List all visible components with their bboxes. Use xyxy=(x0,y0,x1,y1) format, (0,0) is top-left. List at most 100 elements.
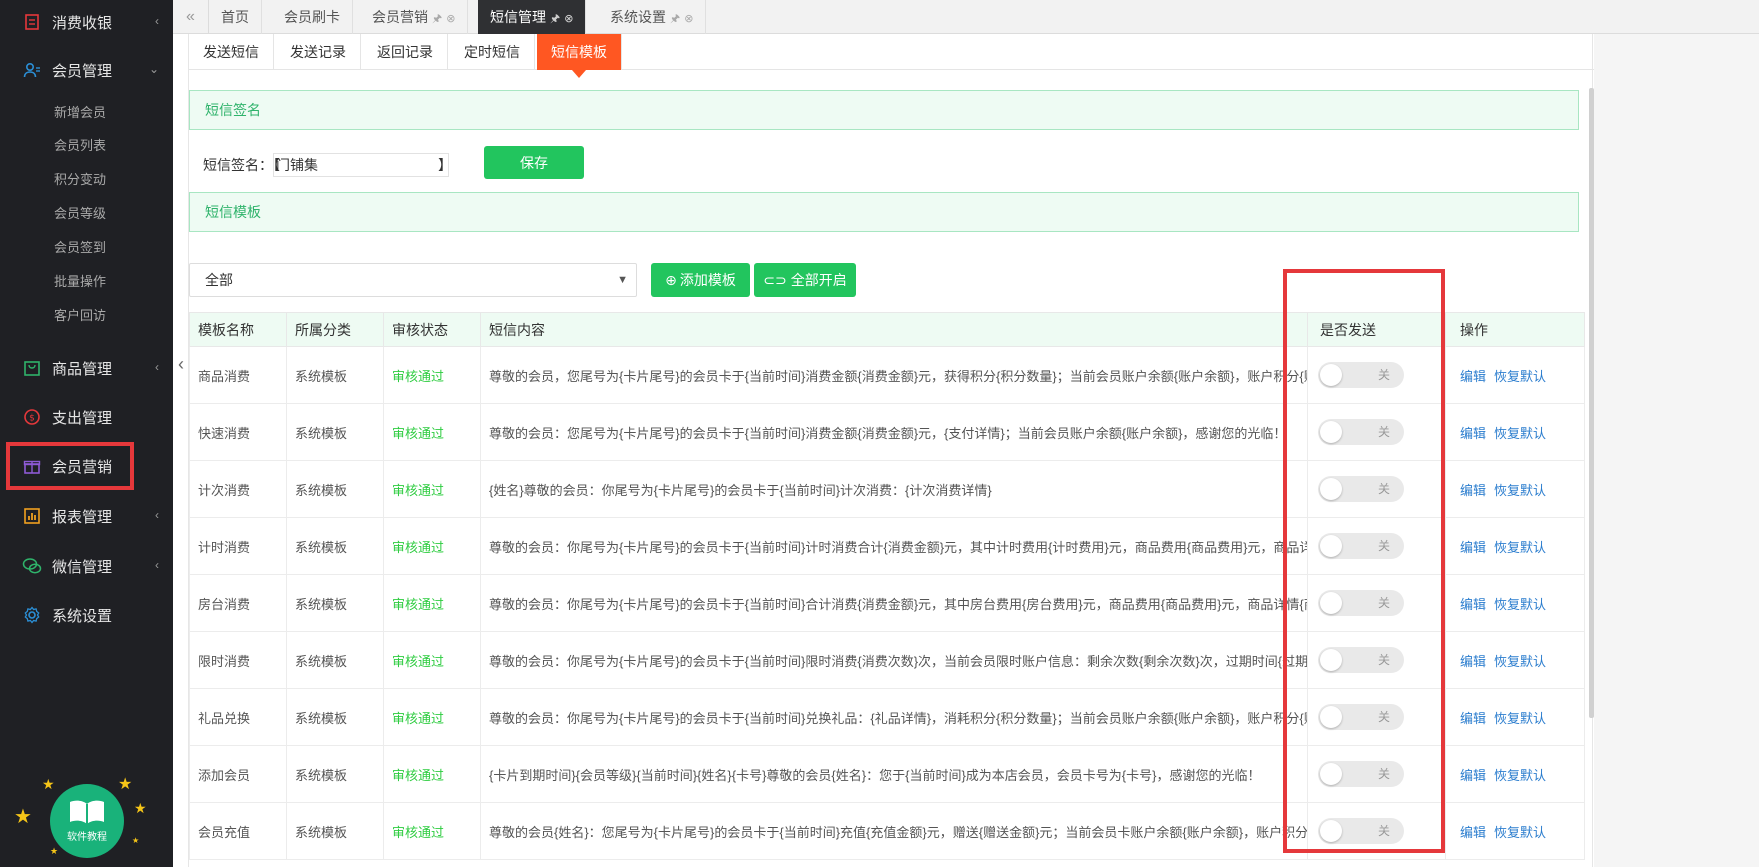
chevron-left-icon: ‹ xyxy=(155,558,159,572)
cell-review-status: 审核通过 xyxy=(383,745,481,803)
tutorial-button[interactable]: 软件教程 xyxy=(50,784,124,858)
cell-review-status: 审核通过 xyxy=(383,631,481,689)
save-button[interactable]: 保存 xyxy=(484,146,584,179)
restore-default-link[interactable]: 恢复默认 xyxy=(1494,426,1546,441)
star-icon: ★ xyxy=(50,846,59,856)
sidebar-sub-points-change[interactable]: 积分变动 xyxy=(54,170,106,190)
subtab-send-sms[interactable]: 发送短信 xyxy=(189,34,274,70)
cell-actions: 编辑 恢复默认 xyxy=(1445,346,1585,404)
edit-link[interactable]: 编辑 xyxy=(1460,369,1486,384)
cell-actions: 编辑 恢复默认 xyxy=(1445,631,1585,689)
restore-default-link[interactable]: 恢复默认 xyxy=(1494,711,1546,726)
restore-default-link[interactable]: 恢复默认 xyxy=(1494,654,1546,669)
restore-default-link[interactable]: 恢复默认 xyxy=(1494,369,1546,384)
edit-link[interactable]: 编辑 xyxy=(1460,654,1486,669)
edit-link[interactable]: 编辑 xyxy=(1460,483,1486,498)
edit-link[interactable]: 编辑 xyxy=(1460,426,1486,441)
header-sms-content: 短信内容 xyxy=(480,312,1308,347)
sidebar-sub-member-list[interactable]: 会员列表 xyxy=(54,136,106,156)
sidebar-item-reports[interactable]: 报表管理 ‹ xyxy=(0,494,173,538)
cell-template-name: 计次消费 xyxy=(189,460,287,518)
star-icon: ★ xyxy=(132,836,140,845)
close-icon[interactable]: ⊗ xyxy=(446,13,455,25)
double-chevron-left-icon[interactable]: « xyxy=(173,0,209,34)
signature-input[interactable]: 门铺集 】 xyxy=(273,153,452,177)
sidebar-item-settings[interactable]: 系统设置 xyxy=(0,593,173,637)
sidebar-item-wechat[interactable]: 微信管理 ‹ xyxy=(0,544,173,588)
edit-link[interactable]: 编辑 xyxy=(1460,825,1486,840)
cell-category: 系统模板 xyxy=(286,802,384,860)
cell-actions: 编辑 恢复默认 xyxy=(1445,403,1585,461)
subtab-return-records[interactable]: 返回记录 xyxy=(363,34,448,70)
sidebar-sub-add-member[interactable]: 新增会员 xyxy=(54,103,106,123)
tab-bar: « 首页 会员刷卡 会员营销 🖈 ⊗ 短信管理 🖈 ⊗ 系统设置 🖈 ⊗ xyxy=(173,0,1759,34)
sms-subtabs: 发送短信 发送记录 返回记录 定时短信 短信模板 xyxy=(189,34,1594,78)
tab-system-settings[interactable]: 系统设置 🖈 ⊗ xyxy=(598,0,707,34)
subtab-scheduled-sms[interactable]: 定时短信 xyxy=(450,34,535,70)
chevron-left-icon: ‹ xyxy=(155,360,159,374)
signature-bracket-right: 】 xyxy=(438,157,452,173)
restore-default-link[interactable]: 恢复默认 xyxy=(1494,597,1546,612)
header-category: 所属分类 xyxy=(286,312,384,347)
tab-label: 会员刷卡 xyxy=(284,9,340,25)
section-signature-title: 短信签名 xyxy=(189,90,1579,130)
pin-icon[interactable]: 🖈 xyxy=(670,13,680,25)
svg-text:$: $ xyxy=(29,414,35,424)
restore-default-link[interactable]: 恢复默认 xyxy=(1494,825,1546,840)
cell-actions: 编辑 恢复默认 xyxy=(1445,802,1585,860)
scrollbar[interactable] xyxy=(1589,88,1594,718)
close-icon[interactable]: ⊗ xyxy=(564,13,573,25)
edit-link[interactable]: 编辑 xyxy=(1460,711,1486,726)
cell-category: 系统模板 xyxy=(286,346,384,404)
toggle-icon: ⊂⊃ xyxy=(763,271,787,288)
cell-template-name: 快速消费 xyxy=(189,403,287,461)
header-actions: 操作 xyxy=(1445,312,1585,347)
edit-link[interactable]: 编辑 xyxy=(1460,597,1486,612)
sidebar-item-cashier[interactable]: 消费收银 ‹ xyxy=(0,0,173,44)
cell-review-status: 审核通过 xyxy=(383,802,481,860)
tab-home[interactable]: 首页 xyxy=(209,0,262,34)
wechat-icon xyxy=(22,556,42,576)
category-filter-select[interactable]: 全部 ▼ xyxy=(189,263,637,297)
chevron-left-icon[interactable]: ‹ xyxy=(178,354,184,375)
cell-sms-content: {卡片到期时间}{会员等级}{当前时间}{姓名}{卡号}尊敬的会员{姓名}：您于… xyxy=(480,745,1308,803)
enable-all-button[interactable]: ⊂⊃ 全部开启 xyxy=(754,263,856,297)
cell-sms-content: 尊敬的会员：你尾号为{卡片尾号}的会员卡于{当前时间}计时消费合计{消费金额}元… xyxy=(480,517,1308,575)
tab-sms-management[interactable]: 短信管理 🖈 ⊗ xyxy=(478,0,587,34)
sidebar-sub-member-checkin[interactable]: 会员签到 xyxy=(54,238,106,258)
edit-link[interactable]: 编辑 xyxy=(1460,768,1486,783)
cell-actions: 编辑 恢复默认 xyxy=(1445,517,1585,575)
sidebar-sub-member-level[interactable]: 会员等级 xyxy=(54,204,106,224)
sidebar-item-members[interactable]: 会员管理 ⌄ xyxy=(0,48,173,92)
close-icon[interactable]: ⊗ xyxy=(684,13,693,25)
cell-category: 系统模板 xyxy=(286,631,384,689)
cell-actions: 编辑 恢复默认 xyxy=(1445,460,1585,518)
chevron-down-icon: ▼ xyxy=(617,274,628,286)
sidebar-item-label: 会员管理 xyxy=(52,62,113,80)
cell-sms-content: 尊敬的会员：您尾号为{卡片尾号}的会员卡于{当前时间}消费金额{消费金额}元，{… xyxy=(480,403,1308,461)
edit-link[interactable]: 编辑 xyxy=(1460,540,1486,555)
sidebar-item-label: 支出管理 xyxy=(52,409,113,427)
pin-icon[interactable]: 🖈 xyxy=(550,13,560,25)
tab-member-marketing[interactable]: 会员营销 🖈 ⊗ xyxy=(360,0,469,34)
cell-sms-content: 尊敬的会员{姓名}：您尾号为{卡片尾号}的会员卡于{当前时间}充值{充值金额}元… xyxy=(480,802,1308,860)
signature-value: 门铺集 xyxy=(276,157,318,173)
restore-default-link[interactable]: 恢复默认 xyxy=(1494,540,1546,555)
pin-icon[interactable]: 🖈 xyxy=(432,13,442,25)
sidebar-sub-customer-visit[interactable]: 客户回访 xyxy=(54,306,106,326)
restore-default-link[interactable]: 恢复默认 xyxy=(1494,768,1546,783)
subtab-sms-templates[interactable]: 短信模板 xyxy=(537,34,622,78)
cell-category: 系统模板 xyxy=(286,688,384,746)
tab-member-card[interactable]: 会员刷卡 xyxy=(272,0,353,34)
add-template-button[interactable]: ⊕ 添加模板 xyxy=(651,263,750,297)
tab-label: 首页 xyxy=(221,9,249,25)
subtab-send-records[interactable]: 发送记录 xyxy=(276,34,361,70)
sidebar-item-expense[interactable]: $ 支出管理 xyxy=(0,395,173,439)
restore-default-link[interactable]: 恢复默认 xyxy=(1494,483,1546,498)
sidebar-sub-batch-ops[interactable]: 批量操作 xyxy=(54,272,106,292)
settings-icon xyxy=(22,605,42,625)
sidebar-item-goods[interactable]: 商品管理 ‹ xyxy=(0,346,173,390)
section-templates-title: 短信模板 xyxy=(189,192,1579,232)
star-icon: ★ xyxy=(14,806,32,828)
sidebar-item-label: 商品管理 xyxy=(52,360,113,378)
